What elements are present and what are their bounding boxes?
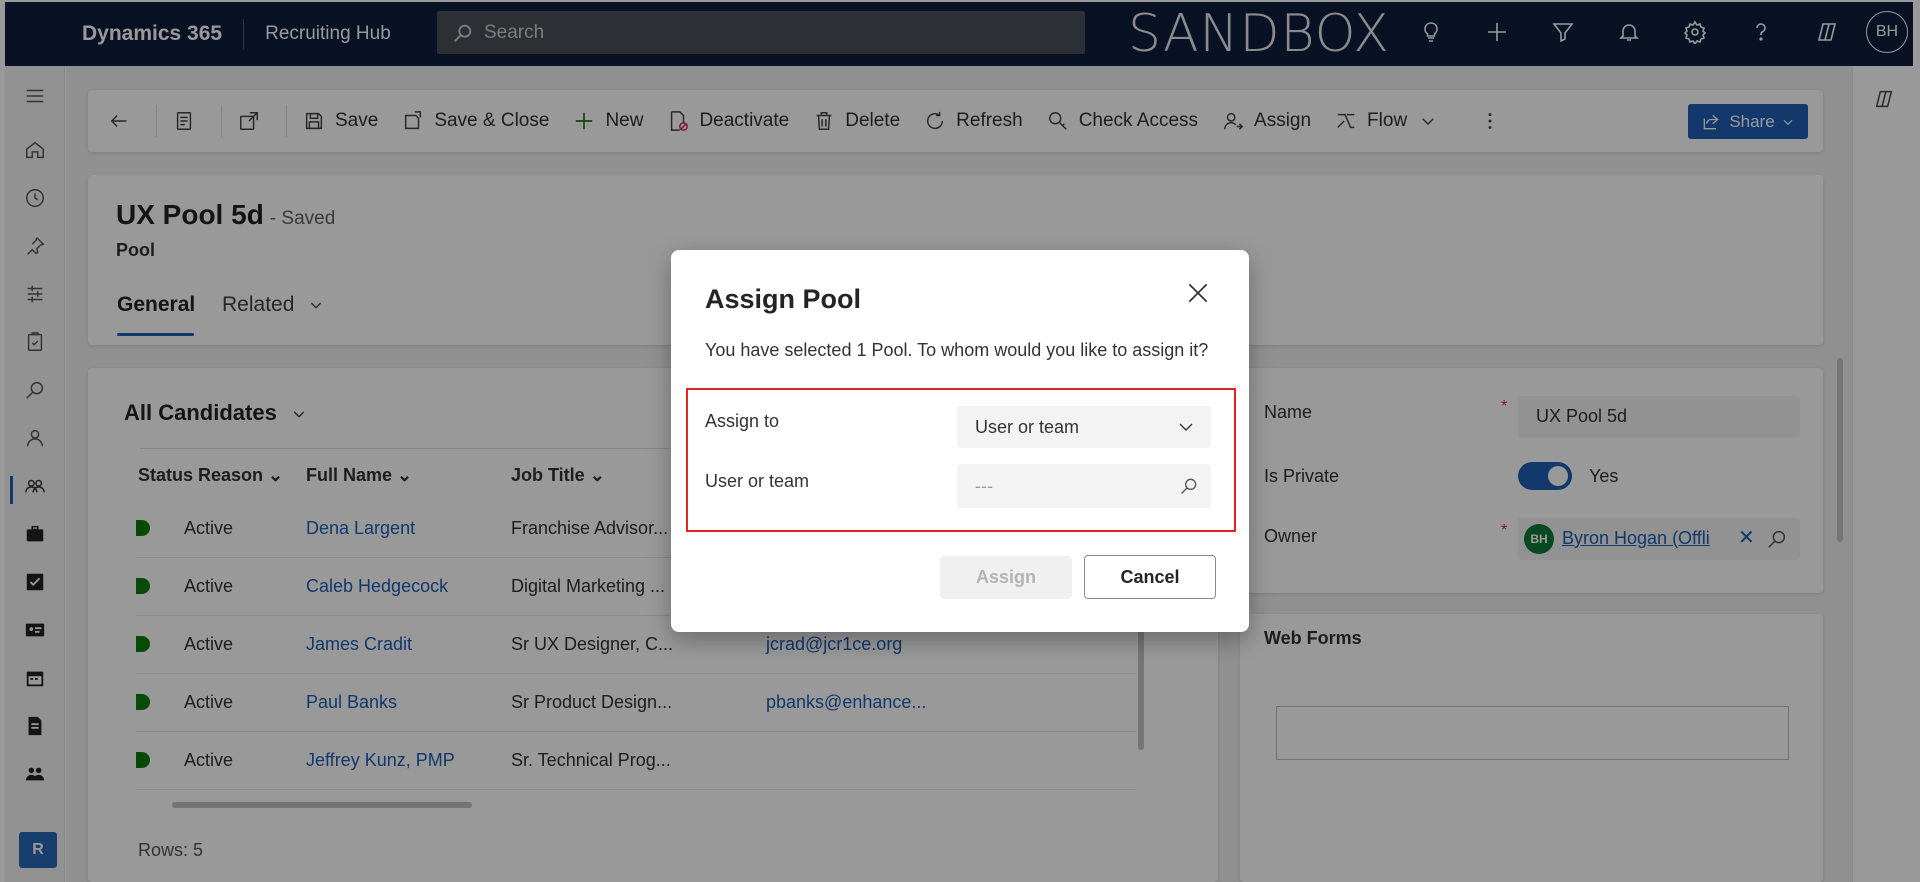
cancel-button[interactable]: Cancel [1084, 555, 1216, 599]
user-team-label: User or team [705, 471, 810, 491]
assign-confirm-button[interactable]: Assign [940, 556, 1072, 599]
close-icon[interactable] [1185, 280, 1211, 306]
assign-to-select[interactable]: User or team [957, 406, 1211, 448]
assign-dialog: Assign Pool You have selected 1 Pool. To… [671, 250, 1249, 632]
user-team-lookup[interactable]: --- [957, 464, 1211, 508]
dialog-message: You have selected 1 Pool. To whom would … [705, 340, 1209, 360]
assign-to-label: Assign to [705, 411, 780, 431]
chevron-down-icon [1179, 423, 1193, 431]
assign-to-value: User or team [975, 417, 1080, 437]
lookup-placeholder: --- [975, 476, 993, 496]
dialog-title: Assign Pool [705, 284, 862, 314]
search-icon[interactable] [1179, 476, 1199, 496]
